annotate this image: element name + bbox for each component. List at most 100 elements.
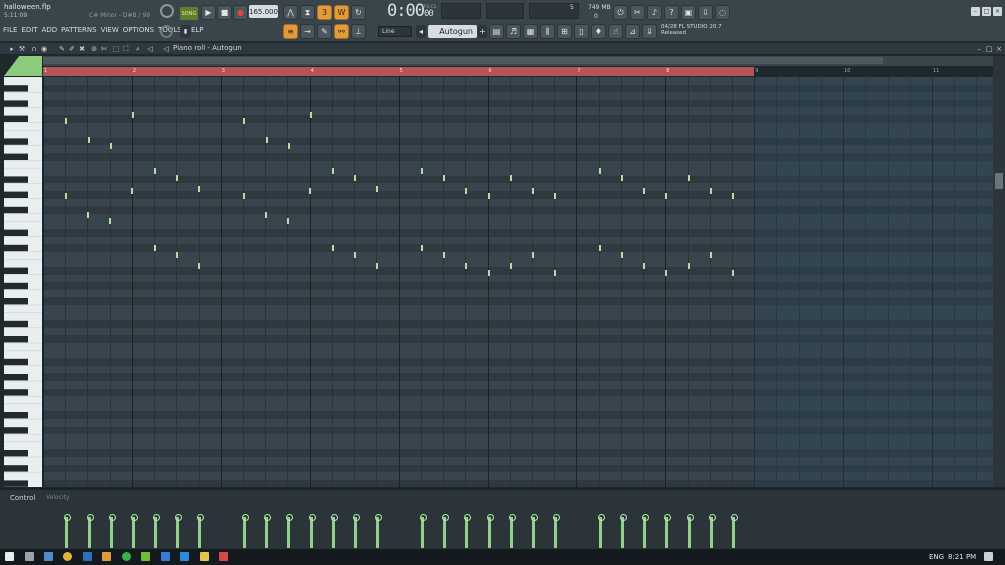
mixer-icon[interactable]: ⫼ <box>540 24 555 39</box>
note[interactable] <box>131 188 133 194</box>
file-explorer-icon[interactable] <box>200 552 209 561</box>
app-red-icon[interactable] <box>219 552 228 561</box>
metronome-icon[interactable]: ⋀ <box>283 5 298 20</box>
restore-icon[interactable]: □ <box>982 7 991 16</box>
slice-tool-icon[interactable]: ✄ <box>100 45 108 53</box>
black-key[interactable] <box>4 465 28 472</box>
note[interactable] <box>288 143 290 149</box>
tools-icon[interactable]: ⚒ <box>18 45 26 53</box>
piano-roll-icon[interactable]: ♬ <box>506 24 521 39</box>
black-key[interactable] <box>4 191 28 198</box>
note[interactable] <box>643 188 645 194</box>
piano-keyboard[interactable] <box>4 77 42 487</box>
black-key[interactable] <box>4 229 28 236</box>
taskbar-clock[interactable]: 8:21 PM <box>948 553 976 561</box>
note-grid[interactable] <box>43 77 993 487</box>
velocity-bar[interactable] <box>109 514 116 548</box>
menu-file[interactable]: FILE <box>3 26 17 38</box>
help-icon[interactable]: ? <box>664 5 679 20</box>
wait-record-icon[interactable]: ⧗ <box>300 5 315 20</box>
tempo-tap-icon[interactable]: ⊿ <box>625 24 640 39</box>
mail-app-icon[interactable] <box>44 552 53 561</box>
note[interactable] <box>554 193 556 199</box>
pattern-add-icon[interactable]: + <box>478 25 487 38</box>
note[interactable] <box>621 175 623 181</box>
black-key[interactable] <box>4 358 28 366</box>
velocity-bar[interactable] <box>442 514 449 548</box>
note[interactable] <box>287 218 289 224</box>
note[interactable] <box>488 270 490 276</box>
stop-icon[interactable]: ■ <box>217 5 232 20</box>
velocity-bar[interactable] <box>64 514 71 548</box>
note[interactable] <box>198 186 200 192</box>
note[interactable] <box>176 252 178 258</box>
black-key[interactable] <box>4 336 28 343</box>
note[interactable] <box>332 168 334 174</box>
black-key[interactable] <box>4 176 28 183</box>
menu-edit[interactable]: EDIT <box>21 26 37 38</box>
chat-icon[interactable]: ◌ <box>715 5 730 20</box>
touch-icon[interactable]: ☝ <box>608 24 623 39</box>
note[interactable] <box>732 270 734 276</box>
note[interactable] <box>532 188 534 194</box>
note[interactable] <box>110 143 112 149</box>
black-key[interactable] <box>4 374 28 381</box>
velocity-bar[interactable] <box>664 514 671 548</box>
black-key[interactable] <box>4 427 28 434</box>
note[interactable] <box>421 168 423 174</box>
save-icon[interactable]: ▣ <box>681 5 696 20</box>
step-edit-icon[interactable]: W <box>334 5 349 20</box>
windows-start-icon[interactable] <box>5 552 14 561</box>
note[interactable] <box>643 263 645 269</box>
plugin-icon[interactable]: ♦ <box>591 24 606 39</box>
cut-icon[interactable]: ✂ <box>630 5 645 20</box>
note[interactable] <box>266 137 268 143</box>
options-arrow-icon[interactable]: ▸ <box>8 45 16 53</box>
note[interactable] <box>599 245 601 251</box>
pattern-song-toggle[interactable]: SONG <box>180 7 198 20</box>
black-key[interactable] <box>4 115 28 122</box>
note[interactable] <box>710 188 712 194</box>
black-key[interactable] <box>4 206 28 214</box>
horizontal-scroll-thumb[interactable] <box>43 57 883 64</box>
marquee-tool-icon[interactable]: ⛶ <box>122 45 130 53</box>
control-label[interactable]: Control <box>10 494 35 502</box>
black-key[interactable] <box>4 389 28 396</box>
velocity-bar[interactable] <box>286 514 293 548</box>
playlist-icon[interactable]: ▤ <box>489 24 504 39</box>
vertical-scrollbar[interactable] <box>993 56 1005 487</box>
black-key[interactable] <box>4 138 28 145</box>
note[interactable] <box>510 175 512 181</box>
note[interactable] <box>443 252 445 258</box>
checkmark-app-icon[interactable] <box>180 552 189 561</box>
whatsapp-icon[interactable] <box>122 552 131 561</box>
fl-studio-task-icon[interactable] <box>102 552 111 561</box>
note[interactable] <box>154 168 156 174</box>
menu-view[interactable]: VIEW <box>101 26 119 38</box>
velocity-bar[interactable] <box>242 514 249 548</box>
chrome-icon[interactable] <box>63 552 72 561</box>
note[interactable] <box>109 218 111 224</box>
velocity-bar[interactable] <box>331 514 338 548</box>
note[interactable] <box>332 245 334 251</box>
render-icon[interactable]: ⇩ <box>698 5 713 20</box>
note[interactable] <box>376 186 378 192</box>
delete-tool-icon[interactable]: ✖ <box>78 45 86 53</box>
note[interactable] <box>87 212 89 218</box>
black-key[interactable] <box>4 267 28 274</box>
note[interactable] <box>621 252 623 258</box>
loop-record-icon[interactable]: ↻ <box>351 5 366 20</box>
velocity-bar[interactable] <box>464 514 471 548</box>
black-key[interactable] <box>4 85 28 92</box>
channel-rack-icon[interactable]: ▦ <box>523 24 538 39</box>
velocity-bars[interactable] <box>43 502 993 548</box>
note[interactable] <box>688 263 690 269</box>
velocity-bar[interactable] <box>264 514 271 548</box>
snap-magnet-icon[interactable]: ≡ <box>283 24 298 39</box>
note[interactable] <box>710 252 712 258</box>
link-icon[interactable]: ⚯ <box>334 24 349 39</box>
pattern-selector[interactable]: Autogun <box>428 25 477 38</box>
mic-icon[interactable]: ♪ <box>647 5 662 20</box>
note[interactable] <box>88 137 90 143</box>
close-icon[interactable]: × <box>993 7 1002 16</box>
